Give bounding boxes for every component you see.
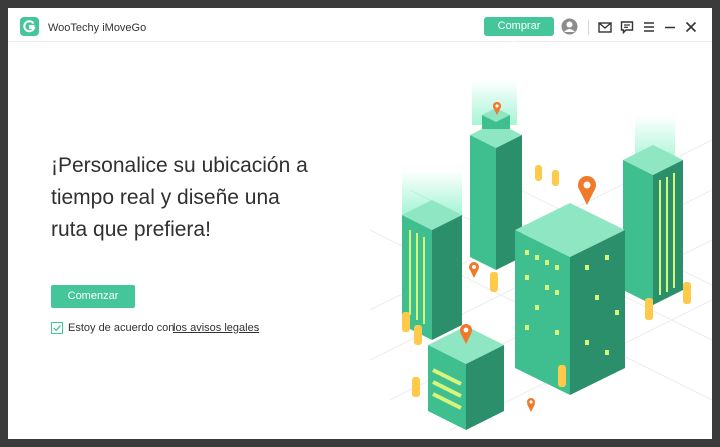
headline-line: ruta que prefiera! <box>51 218 211 241</box>
location-pin-icon <box>578 176 596 205</box>
toolbar-divider <box>588 20 589 35</box>
building <box>402 200 462 340</box>
agree-checkbox[interactable] <box>51 322 63 334</box>
building <box>515 203 625 395</box>
start-button[interactable]: Comenzar <box>51 285 135 308</box>
mail-icon[interactable] <box>597 19 613 35</box>
check-icon <box>53 325 61 332</box>
building <box>623 145 683 305</box>
minimize-icon[interactable] <box>662 19 678 35</box>
app-title: WooTechy iMoveGo <box>48 22 147 34</box>
location-pin-icon <box>527 398 535 412</box>
city-illustration <box>369 80 712 431</box>
location-pin-icon <box>469 262 479 278</box>
title-bar: WooTechy iMoveGo Comprar ahora <box>8 8 712 51</box>
agree-text: Estoy de acuerdo con <box>68 322 175 334</box>
headline-line: ¡Personalice su ubicación a <box>51 154 308 177</box>
legal-notices-link[interactable]: los avisos legales <box>173 321 259 335</box>
buy-now-button[interactable]: Comprar ahora <box>484 17 554 51</box>
feedback-icon[interactable] <box>619 19 635 35</box>
user-avatar-icon[interactable] <box>561 18 578 35</box>
logo-icon <box>20 17 39 36</box>
agree-suffix: . <box>256 322 260 334</box>
close-icon[interactable] <box>683 19 699 35</box>
menu-icon[interactable] <box>641 19 657 35</box>
headline-line: tiempo real y diseñe una <box>51 186 280 209</box>
building <box>470 108 522 270</box>
page-headline: ¡Personalice su ubicación a tiempo real … <box>51 150 351 246</box>
